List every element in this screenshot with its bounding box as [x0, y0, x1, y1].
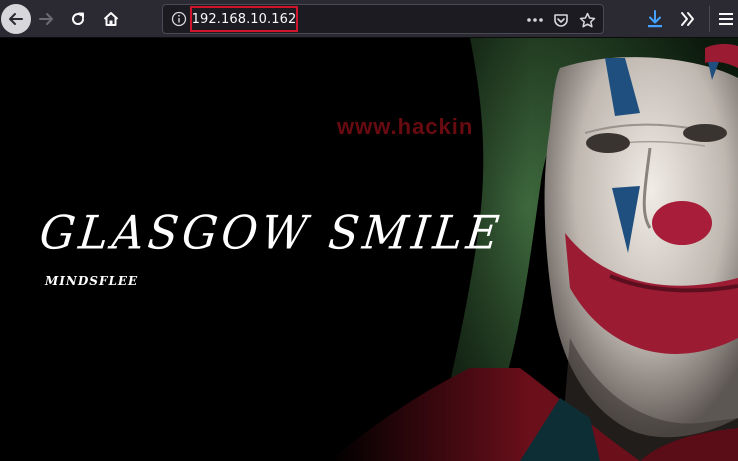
- reload-icon: [72, 12, 85, 25]
- browser-toolbar: 192.168.10.162: [0, 0, 738, 38]
- page-subtitle: Mindsflee: [45, 274, 139, 288]
- forward-arrow-icon: [39, 13, 53, 25]
- download-icon: [648, 10, 662, 28]
- home-icon: [103, 12, 119, 26]
- back-arrow-icon: [9, 13, 23, 25]
- back-button[interactable]: [1, 4, 31, 34]
- watermark-text: www.hackin: [337, 114, 474, 139]
- url-text[interactable]: 192.168.10.162: [192, 12, 297, 27]
- star-icon[interactable]: [577, 10, 597, 30]
- address-bar[interactable]: 192.168.10.162: [162, 4, 604, 34]
- info-icon[interactable]: [171, 11, 187, 27]
- menu-button[interactable]: [716, 8, 736, 30]
- page-title: Glasgow Smile: [37, 206, 506, 261]
- forward-button[interactable]: [31, 4, 61, 34]
- more-dots-icon[interactable]: [525, 10, 545, 30]
- home-button[interactable]: [96, 4, 126, 34]
- url-highlight-box: 192.168.10.162: [190, 6, 298, 32]
- hamburger-icon: [719, 13, 733, 25]
- reload-button[interactable]: [63, 4, 93, 34]
- web-page: www.hackin Glasgow Smile Mindsflee: [0, 38, 738, 461]
- download-button[interactable]: [644, 8, 666, 30]
- overflow-button[interactable]: [677, 8, 699, 30]
- pocket-icon[interactable]: [551, 10, 571, 30]
- double-chevron-icon: [681, 12, 694, 26]
- toolbar-separator: [709, 6, 710, 32]
